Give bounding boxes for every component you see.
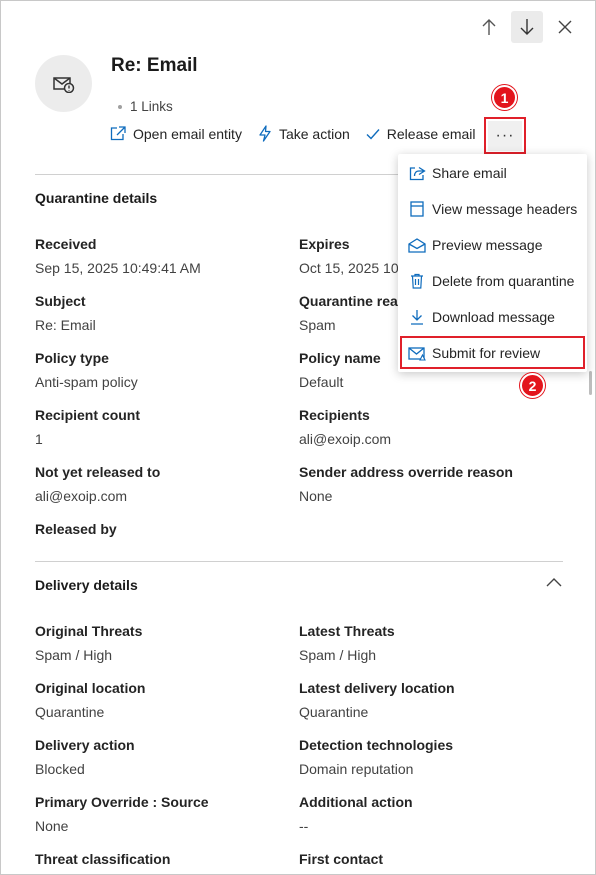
quarantine-reason-label: Quarantine reas: [299, 293, 406, 309]
menu-item-delete-quarantine[interactable]: Delete from quarantine: [398, 263, 587, 299]
threat-classification-label: Threat classification: [35, 851, 171, 867]
trash-icon: [411, 273, 423, 289]
recipient-count-label: Recipient count: [35, 407, 141, 423]
subject-value: Re: Email: [35, 317, 96, 333]
checkmark-icon: [366, 128, 380, 140]
menu-item-download-message[interactable]: Download message: [398, 299, 587, 335]
expires-label: Expires: [299, 236, 350, 252]
override-reason-value: None: [299, 488, 333, 504]
received-value: Sep 15, 2025 10:49:41 AM: [35, 260, 201, 276]
recipients-label: Recipients: [299, 407, 370, 423]
policy-type-value: Anti-spam policy: [35, 374, 138, 390]
page-title: Re: Email: [111, 55, 198, 76]
collapse-section-button[interactable]: [546, 577, 562, 587]
menu-item-label: Share email: [432, 165, 507, 181]
latest-threats-value: Spam / High: [299, 647, 377, 663]
delivery-action-value: Blocked: [35, 761, 85, 777]
divider: [35, 561, 563, 562]
chevron-up-icon: [546, 578, 562, 587]
menu-item-label: Delete from quarantine: [432, 273, 575, 289]
detection-technologies-label: Detection technologies: [299, 737, 454, 753]
quarantine-reason-value: Spam: [299, 317, 336, 333]
email-threat-icon: [52, 76, 74, 93]
menu-item-share-email[interactable]: Share email: [398, 155, 587, 191]
release-email-button[interactable]: Release email: [366, 126, 476, 142]
share-icon: [409, 166, 426, 180]
original-threats-value: Spam / High: [35, 647, 113, 663]
policy-type-label: Policy type: [35, 350, 109, 366]
menu-item-preview-message[interactable]: Preview message: [398, 227, 587, 263]
more-actions-button[interactable]: ···: [484, 117, 526, 154]
links-label: 1 Links: [130, 99, 173, 114]
more-icon: ···: [488, 120, 522, 151]
arrow-down-icon: [520, 19, 534, 35]
action-bar: Open email entity Take action Release em…: [110, 125, 492, 142]
lightning-icon: [259, 125, 271, 142]
recipients-value: ali@exoip.com: [299, 431, 392, 447]
released-by-label: Released by: [35, 521, 117, 537]
release-email-label: Release email: [386, 125, 476, 142]
take-action-button[interactable]: Take action: [258, 125, 350, 142]
policy-name-label: Policy name: [299, 350, 381, 366]
latest-threats-label: Latest Threats: [299, 623, 395, 639]
menu-item-view-headers[interactable]: View message headers: [398, 191, 587, 227]
envelope-open-icon: [408, 237, 426, 253]
divider: [35, 174, 398, 175]
annotation-badge-2: 2: [520, 373, 545, 398]
menu-item-label: Download message: [432, 309, 555, 325]
headers-icon: [410, 201, 424, 217]
menu-item-label: Preview message: [432, 237, 543, 253]
received-label: Received: [35, 236, 97, 252]
links-count: 1 Links: [118, 99, 173, 114]
delivery-details-heading: Delivery details: [35, 577, 138, 593]
annotation-badge-1: 1: [492, 85, 517, 110]
delivery-action-label: Delivery action: [35, 737, 135, 753]
additional-action-label: Additional action: [299, 794, 413, 810]
open-email-entity-button[interactable]: Open email entity: [110, 126, 242, 142]
scrollbar-thumb[interactable]: [589, 371, 592, 395]
close-button[interactable]: [549, 11, 581, 43]
email-avatar: [35, 55, 92, 112]
expires-value: Oct 15, 2025 10: [299, 260, 399, 276]
take-action-label: Take action: [278, 125, 350, 142]
open-email-entity-label: Open email entity: [133, 125, 242, 142]
annotation-highlight-submit: [400, 336, 585, 369]
latest-location-label: Latest delivery location: [299, 680, 455, 696]
menu-item-label: View message headers: [432, 201, 578, 217]
close-icon: [558, 20, 572, 34]
original-threats-label: Original Threats: [35, 623, 143, 639]
detection-technologies-value: Domain reputation: [299, 761, 414, 777]
download-icon: [411, 310, 423, 325]
original-location-label: Original location: [35, 680, 146, 696]
original-location-value: Quarantine: [35, 704, 105, 720]
override-reason-label: Sender address override reason: [299, 464, 513, 480]
primary-override-value: None: [35, 818, 69, 834]
not-released-value: ali@exoip.com: [35, 488, 128, 504]
bullet-icon: [118, 104, 122, 109]
next-item-button[interactable]: [511, 11, 543, 43]
latest-location-value: Quarantine: [299, 704, 369, 720]
additional-action-value: --: [299, 818, 309, 834]
not-released-label: Not yet released to: [35, 464, 161, 480]
subject-label: Subject: [35, 293, 86, 309]
previous-item-button[interactable]: [473, 11, 505, 43]
first-contact-label: First contact: [299, 851, 384, 867]
quarantine-details-heading: Quarantine details: [35, 190, 158, 206]
open-external-icon: [110, 126, 126, 141]
primary-override-label: Primary Override : Source: [35, 794, 209, 810]
arrow-up-icon: [482, 19, 496, 35]
quarantine-email-panel: Re: Email 1 Links Open email entity Take…: [0, 0, 596, 875]
panel-navigation: [473, 11, 581, 43]
recipient-count-value: 1: [35, 431, 43, 447]
policy-name-value: Default: [299, 374, 344, 390]
